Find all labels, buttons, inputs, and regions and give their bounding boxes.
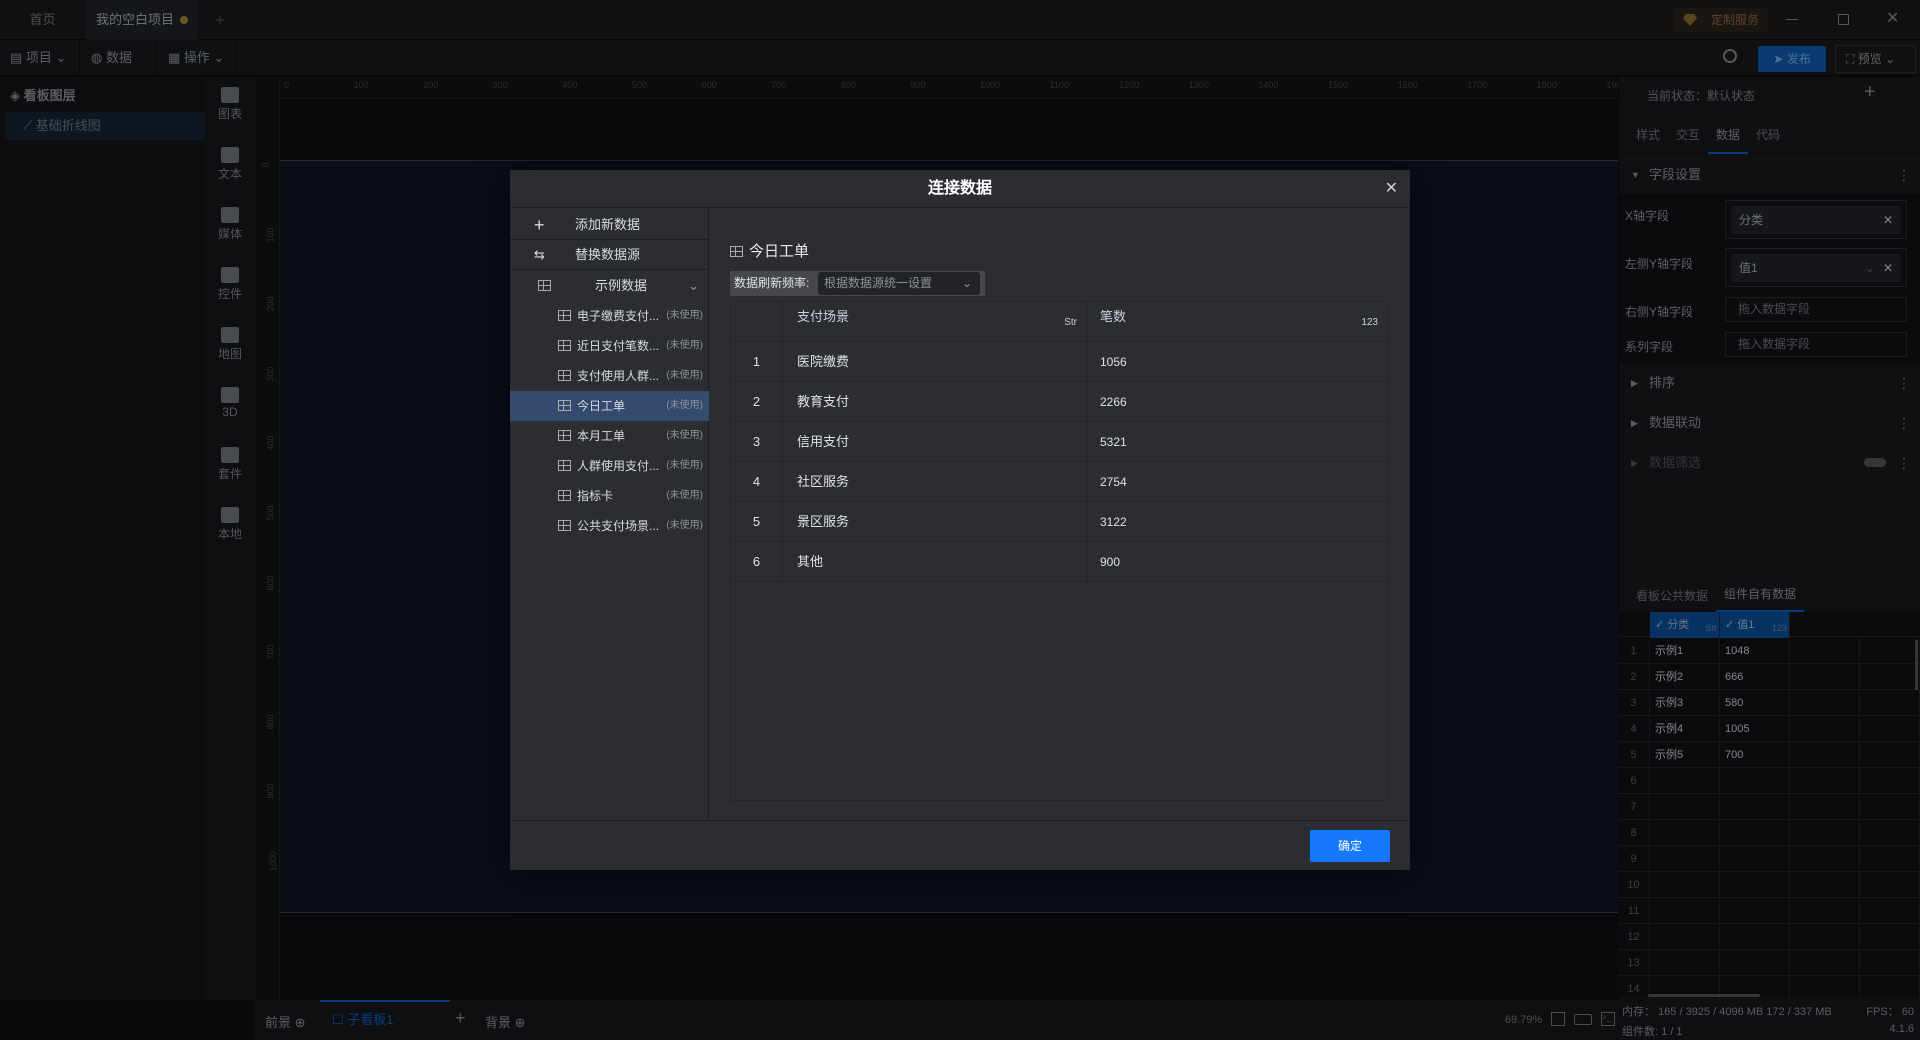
confirm-button[interactable]: 确定 — [1310, 830, 1390, 862]
dataset-item[interactable]: 支付使用人群... (未使用) — [510, 361, 709, 391]
dataset-item[interactable]: 近日支付笔数... (未使用) — [510, 331, 709, 361]
table-row: 1 医院缴费 1056 — [731, 342, 1388, 382]
dataset-label: 本月工单 — [577, 429, 626, 443]
dataset-list: + 添加新数据 ⇆ 替换数据源 示例数据 ⌄ 电子缴费支付... (未使用) 近日支付笔数… — [510, 208, 709, 820]
cell-scene[interactable]: 医院缴费 — [783, 342, 1088, 382]
table-icon — [730, 246, 743, 257]
cell-count[interactable]: 2266 — [1088, 382, 1388, 422]
refresh-select[interactable]: 根据数据源统一设置 ⌄ — [818, 272, 980, 295]
replace-label: 替换数据源 — [575, 247, 641, 262]
table-row: 6 其他 900 — [731, 542, 1388, 582]
table-row: 3 信用支付 5321 — [731, 422, 1388, 462]
dataset-label: 指标卡 — [577, 489, 614, 503]
replace-source-button[interactable]: ⇆ 替换数据源 — [510, 240, 709, 270]
dataset-title: 今日工单 — [730, 240, 809, 261]
connect-data-dialog: 连接数据 ✕ + 添加新数据 ⇆ 替换数据源 示例数据 ⌄ 电子缴费支付... (未使用… — [510, 170, 1410, 870]
table-icon — [558, 310, 571, 321]
add-data-label: 添加新数据 — [575, 217, 641, 232]
row-number: 5 — [731, 502, 783, 542]
dataset-group[interactable]: 示例数据 ⌄ — [510, 271, 709, 301]
data-preview-table[interactable]: 支付场景 Str 笔数 123 1 医院缴费 1056 2 教育支付 2266 3 信用支付 5321 4… — [730, 301, 1389, 801]
table-icon — [538, 280, 551, 291]
dialog-footer: 确定 — [510, 820, 1410, 870]
table-icon — [558, 490, 571, 501]
dataset-item[interactable]: 人群使用支付... (未使用) — [510, 451, 709, 481]
dataset-label: 支付使用人群... — [577, 369, 660, 383]
column-name: 支付场景 — [797, 309, 850, 324]
cell-count[interactable]: 900 — [1088, 542, 1388, 582]
chevron-down-icon[interactable]: ⌄ — [688, 271, 699, 301]
row-number: 2 — [731, 382, 783, 422]
dataset-status: (未使用) — [666, 370, 703, 381]
close-dialog-button[interactable]: ✕ — [1385, 178, 1398, 198]
cell-count[interactable]: 3122 — [1088, 502, 1388, 542]
table-icon — [558, 460, 571, 471]
dataset-label: 今日工单 — [577, 399, 626, 413]
dataset-status: (未使用) — [666, 520, 703, 531]
row-number: 4 — [731, 462, 783, 502]
dataset-label: 公共支付场景... — [577, 519, 660, 533]
dataset-status: (未使用) — [666, 490, 703, 501]
dataset-item[interactable]: 指标卡 (未使用) — [510, 481, 709, 511]
dataset-item[interactable]: 本月工单 (未使用) — [510, 421, 709, 451]
dataset-status: (未使用) — [666, 340, 703, 351]
cell-scene[interactable]: 信用支付 — [783, 422, 1088, 462]
dialog-title: 连接数据 — [510, 170, 1410, 208]
dataset-status: (未使用) — [666, 430, 703, 441]
cell-scene[interactable]: 教育支付 — [783, 382, 1088, 422]
row-number-header — [731, 302, 783, 342]
column-type: 123 — [1361, 317, 1378, 328]
table-row: 4 社区服务 2754 — [731, 462, 1388, 502]
chevron-down-icon: ⌄ — [961, 276, 972, 290]
cell-count[interactable]: 2754 — [1088, 462, 1388, 502]
add-data-button[interactable]: + 添加新数据 — [510, 210, 709, 240]
dataset-label: 近日支付笔数... — [577, 339, 660, 353]
dataset-status: (未使用) — [666, 460, 703, 471]
table-icon — [558, 430, 571, 441]
cell-count[interactable]: 5321 — [1088, 422, 1388, 462]
table-icon — [558, 520, 571, 531]
dataset-label: 人群使用支付... — [577, 459, 660, 473]
group-label: 示例数据 — [595, 278, 648, 293]
table-icon — [558, 400, 571, 411]
dataset-item[interactable]: 今日工单 (未使用) — [510, 391, 709, 421]
dataset-title-label: 今日工单 — [749, 243, 810, 260]
dataset-item[interactable]: 电子缴费支付... (未使用) — [510, 301, 709, 331]
refresh-frequency: 数据刷新频率: 根据数据源统一设置 ⌄ — [730, 271, 985, 296]
dataset-label: 电子缴费支付... — [577, 309, 660, 323]
table-row: 2 教育支付 2266 — [731, 382, 1388, 422]
row-number: 3 — [731, 422, 783, 462]
swap-icon: ⇆ — [534, 247, 545, 262]
table-row: 5 景区服务 3122 — [731, 502, 1388, 542]
cell-count[interactable]: 1056 — [1088, 342, 1388, 382]
dataset-item[interactable]: 公共支付场景... (未使用) — [510, 511, 709, 541]
table-icon — [558, 370, 571, 381]
table-icon — [558, 340, 571, 351]
refresh-value: 根据数据源统一设置 — [824, 276, 933, 290]
plus-icon: + — [534, 215, 545, 235]
cell-scene[interactable]: 社区服务 — [783, 462, 1088, 502]
column-header[interactable]: 支付场景 Str — [783, 302, 1088, 342]
cell-scene[interactable]: 景区服务 — [783, 502, 1088, 542]
cell-scene[interactable]: 其他 — [783, 542, 1088, 582]
refresh-label: 数据刷新频率: — [734, 276, 810, 290]
dataset-status: (未使用) — [666, 400, 703, 411]
table-header-row: 支付场景 Str 笔数 123 — [731, 302, 1388, 342]
column-type: Str — [1064, 317, 1077, 328]
row-number: 1 — [731, 342, 783, 382]
dataset-status: (未使用) — [666, 310, 703, 321]
column-name: 笔数 — [1100, 309, 1127, 324]
column-header[interactable]: 笔数 123 — [1088, 302, 1388, 342]
row-number: 6 — [731, 542, 783, 582]
